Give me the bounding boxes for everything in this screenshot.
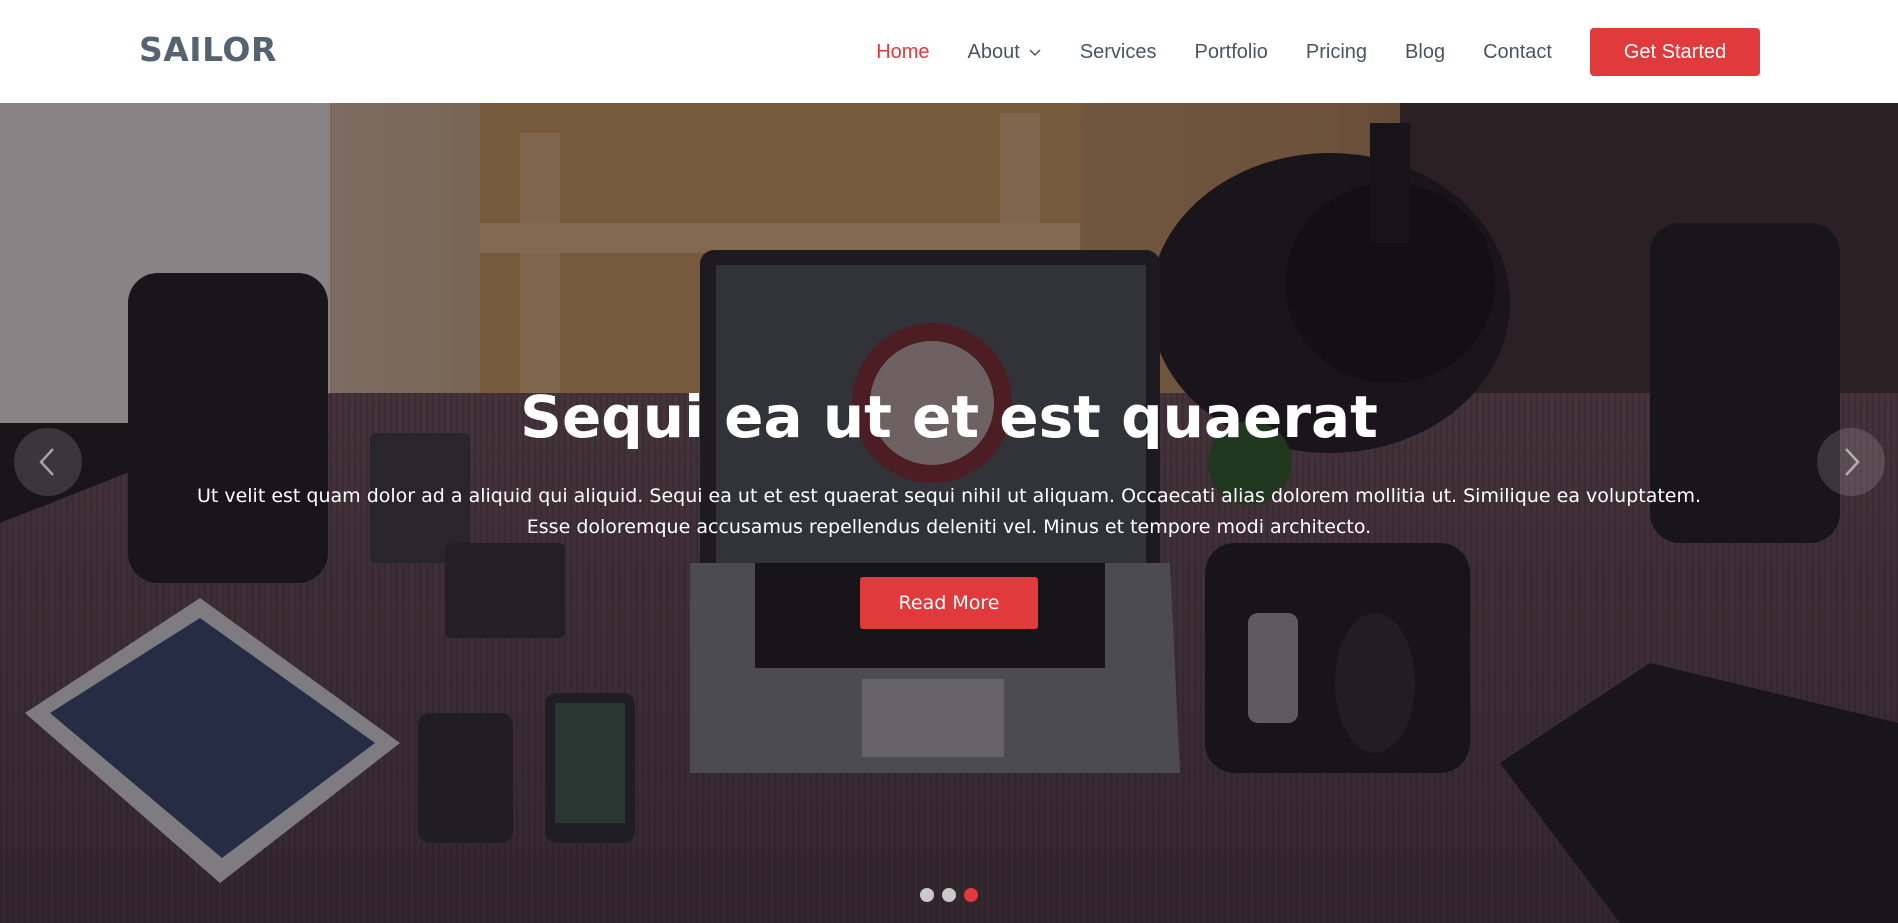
carousel-prev-button[interactable]	[14, 428, 82, 496]
carousel-dot-3[interactable]	[964, 888, 978, 902]
get-started-button[interactable]: Get Started	[1590, 28, 1760, 76]
nav-item-blog[interactable]: Blog	[1405, 41, 1445, 64]
nav-item-label: Pricing	[1305, 40, 1368, 63]
read-more-button[interactable]: Read More	[860, 577, 1038, 629]
nav-item-label: Blog	[1405, 40, 1446, 63]
nav-item-label: Home	[876, 40, 930, 63]
nav-item-label: About	[967, 40, 1020, 63]
nav-item-label: Portfolio	[1194, 40, 1268, 63]
nav-item-home[interactable]: Home	[876, 41, 929, 64]
main-nav: Home About Services Portfolio Pricing Bl…	[876, 28, 1760, 76]
nav-item-portfolio[interactable]: Portfolio	[1195, 41, 1268, 64]
site-header: SAILOR Home About Services Portfolio Pri…	[0, 0, 1898, 103]
chevron-left-icon	[39, 448, 54, 476]
hero-description: Ut velit est quam dolor ad a aliquid qui…	[196, 485, 1702, 538]
nav-item-pricing[interactable]: Pricing	[1306, 41, 1367, 64]
nav-item-contact[interactable]: Contact	[1483, 41, 1552, 64]
nav-item-services[interactable]: Services	[1080, 41, 1157, 64]
logo[interactable]: SAILOR	[139, 30, 277, 69]
nav-item-about[interactable]: About	[968, 41, 1042, 64]
carousel-indicators	[920, 888, 986, 902]
nav-item-label: Contact	[1483, 40, 1552, 63]
hero-carousel: Sequi ea ut et est quaerat Ut velit est …	[0, 103, 1898, 923]
carousel-dot-2[interactable]	[942, 888, 956, 902]
chevron-right-icon	[1845, 448, 1860, 476]
carousel-dot-1[interactable]	[920, 888, 934, 902]
carousel-next-button[interactable]	[1817, 428, 1885, 496]
nav-item-label: Services	[1079, 40, 1157, 63]
chevron-down-icon	[1029, 49, 1041, 57]
hero-title: Sequi ea ut et est quaerat	[520, 383, 1378, 451]
